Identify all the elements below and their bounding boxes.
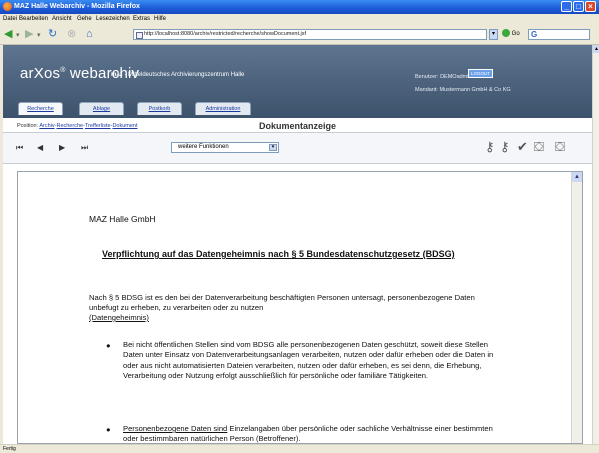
web-page: arXos® webarchiv maz · Mitteldeutsches A… (3, 45, 592, 444)
document-page: MAZ Halle GmbH Verpflichtung auf das Dat… (89, 214, 494, 444)
scroll-up-icon[interactable]: ▲ (572, 172, 582, 182)
chevron-down-icon: ▾ (269, 144, 277, 151)
menu-lesezeichen[interactable]: Lesezeichen (96, 16, 130, 22)
document-scrollbar[interactable]: ▲ (571, 172, 582, 443)
browser-window: MAZ Halle Webarchiv - Mozilla Firefox _ … (0, 0, 599, 453)
home-icon[interactable]: ⌂ (86, 28, 93, 40)
scroll-up-icon[interactable]: ▲ (593, 45, 599, 53)
url-text: http://localhost:8080/archiv/restricted/… (144, 31, 307, 37)
stamp-icon[interactable]: ⛋ (534, 139, 544, 155)
key-icon[interactable]: ⚷ (485, 139, 495, 155)
tab-postkorb[interactable]: Postkorb (137, 102, 182, 115)
breadcrumb-archiv[interactable]: Archiv (39, 123, 54, 129)
user-label: Benutzer: DEMOadmin (415, 74, 472, 80)
tab-ablage[interactable]: Ablage (79, 102, 124, 115)
next-page-icon[interactable]: ▶ (59, 143, 65, 152)
menu-extras[interactable]: Extras (133, 16, 150, 22)
go-button[interactable]: Go (502, 29, 520, 40)
status-bar: Fertig (0, 444, 599, 453)
breadcrumb-trefferliste[interactable]: Trefferliste (85, 123, 111, 129)
url-field[interactable]: http://localhost:8080/archiv/restricted/… (133, 29, 487, 40)
navigation-toolbar: ◀ ▾ ▶ ▾ ↻ ⊗ ⌂ http://localhost:8080/arch… (0, 25, 599, 45)
key-remove-icon[interactable]: ⚷ (500, 139, 510, 155)
app-header: arXos® webarchiv maz · Mitteldeutsches A… (3, 45, 592, 118)
minimize-button[interactable]: _ (561, 1, 572, 12)
stop-icon[interactable]: ⊗ (67, 28, 76, 40)
document-viewer: MAZ Halle GmbH Verpflichtung auf das Dat… (17, 171, 583, 444)
document-paragraph: Nach § 5 BDSG ist es den bei der Datenve… (89, 293, 475, 322)
forward-icon[interactable]: ▶ (25, 28, 33, 40)
bullet-icon: ● (106, 341, 111, 350)
document-controls: ⏮ ◀ ▶ ⏭ weitere Funktionen ▾ ⚷ ⚷ ✔ ⛋ ⛋ (3, 133, 592, 164)
brand-subtitle: maz · Mitteldeutsches Archivierungszentr… (111, 72, 245, 78)
breadcrumb: Position: Archiv-Recherche-Trefferliste-… (17, 123, 138, 129)
title-bar: MAZ Halle Webarchiv - Mozilla Firefox _ … (0, 0, 599, 14)
bullet-icon: ● (106, 425, 111, 434)
forward-dropdown-icon[interactable]: ▾ (37, 30, 41, 42)
check-icon[interactable]: ✔ (517, 139, 528, 155)
window-title: MAZ Halle Webarchiv - Mozilla Firefox (14, 3, 140, 10)
menu-bearbeiten[interactable]: Bearbeiten (19, 16, 48, 22)
search-field[interactable]: G (528, 29, 590, 40)
go-icon (502, 29, 510, 38)
document-heading: Verpflichtung auf das Datengeheimnis nac… (102, 249, 455, 259)
maximize-button[interactable]: □ (573, 1, 584, 12)
breadcrumb-recherche[interactable]: Recherche (56, 123, 83, 129)
company-name: MAZ Halle GmbH (89, 214, 156, 224)
firefox-icon (3, 2, 12, 11)
mandant-label: Mandant: Mustermann GmbH & Co KG (415, 87, 511, 93)
back-icon[interactable]: ◀ (4, 28, 12, 40)
menu-datei[interactable]: Datei (3, 16, 17, 22)
menu-ansicht[interactable]: Ansicht (52, 16, 72, 22)
first-page-icon[interactable]: ⏮ (16, 143, 23, 153)
reload-icon[interactable]: ↻ (48, 28, 57, 40)
logout-button[interactable]: LOGOUT (468, 69, 494, 78)
page-title: Dokumentanzeige (259, 121, 337, 131)
url-dropdown-icon[interactable]: ▾ (489, 29, 498, 40)
back-dropdown-icon[interactable]: ▾ (16, 30, 20, 42)
page-icon (136, 32, 143, 39)
function-select[interactable]: weitere Funktionen ▾ (171, 142, 279, 153)
last-page-icon[interactable]: ⏭ (81, 143, 88, 153)
menu-gehe[interactable]: Gehe (77, 16, 92, 22)
breadcrumb-dokument[interactable]: Dokument (112, 123, 137, 129)
page-scrollbar[interactable]: ▲ (592, 45, 599, 444)
previous-page-icon[interactable]: ◀ (37, 143, 43, 152)
tab-administration[interactable]: Administration (195, 102, 251, 115)
close-button[interactable]: × (585, 1, 596, 12)
breadcrumb-bar: Position: Archiv-Recherche-Trefferliste-… (3, 118, 592, 133)
stamp-remove-icon[interactable]: ⛋ (555, 139, 565, 155)
tab-recherche[interactable]: Recherche (18, 102, 63, 115)
menu-hilfe[interactable]: Hilfe (154, 16, 166, 22)
